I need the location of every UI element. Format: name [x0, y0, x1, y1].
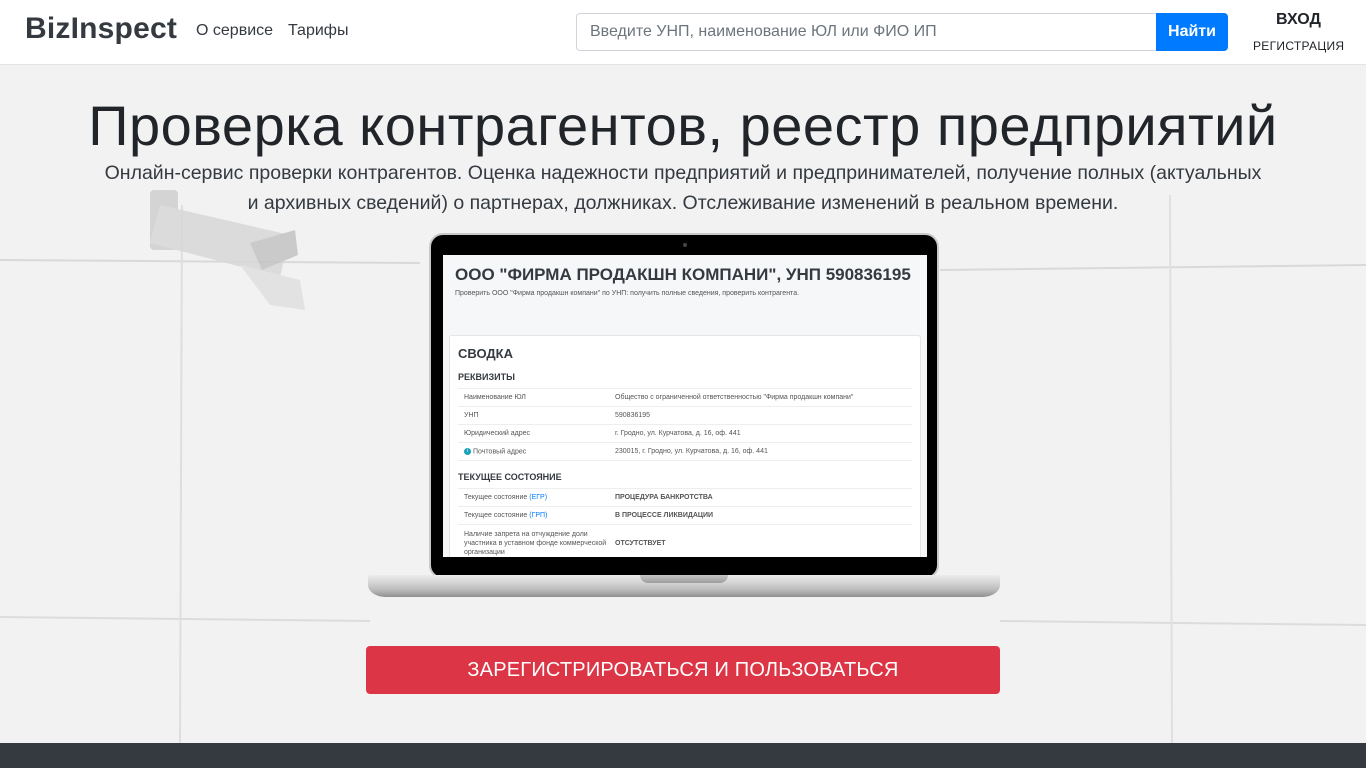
status-source-link[interactable]: (ЕГР)	[529, 494, 547, 501]
table-row: Текущее состояние (ГРП) В ПРОЦЕССЕ ЛИКВИ…	[458, 506, 912, 526]
requisite-value: 230015, г. Гродно, ул. Курчатова, д. 16,…	[613, 442, 912, 462]
laptop-screen: ООО "ФИРМА ПРОДАКШН КОМПАНИ", УНП 590836…	[443, 255, 927, 557]
status-key: Текущее состояние	[464, 494, 528, 502]
screen-requisites-heading: РЕКВИЗИТЫ	[458, 372, 515, 382]
status-key: Наличие запрета на отчуждение доли участ…	[458, 524, 613, 557]
requisite-value: г. Гродно, ул. Курчатова, д. 16, оф. 441	[613, 424, 912, 443]
screen-company-subtitle: Проверить ООО "Фирма продакшн компани" п…	[455, 290, 800, 297]
requisites-table: Наименование ЮЛ Общество с ограниченной …	[458, 388, 912, 462]
screen-summary-heading: СВОДКА	[458, 346, 513, 361]
requisite-key: Почтовый адрес	[473, 448, 527, 456]
requisite-value: Общество с ограниченной ответственностью…	[613, 388, 912, 407]
table-row: i Почтовый адрес 230015, г. Гродно, ул. К…	[458, 442, 912, 462]
status-key: Текущее состояние	[464, 512, 528, 520]
screen-header: ООО "ФИРМА ПРОДАКШН КОМПАНИ", УНП 590836…	[455, 263, 915, 297]
status-key-cell: Текущее состояние (ГРП)	[458, 506, 613, 526]
laptop-lid: ООО "ФИРМА ПРОДАКШН КОМПАНИ", УНП 590836…	[429, 233, 939, 579]
screen-summary-card: СВОДКА РЕКВИЗИТЫ Наименование ЮЛ Обществ…	[449, 335, 921, 557]
requisite-key: Юридический адрес	[458, 424, 613, 443]
navbar: BizInspect О сервисе Тарифы Найти ВХОД Р…	[0, 0, 1366, 65]
laptop-mockup: ООО "ФИРМА ПРОДАКШН КОМПАНИ", УНП 590836…	[368, 233, 1000, 601]
requisite-value: 590836195	[613, 406, 912, 425]
hero-title: Проверка контрагентов, реестр предприяти…	[88, 94, 1278, 157]
status-value: В ПРОЦЕССЕ ЛИКВИДАЦИИ	[613, 506, 912, 526]
login-link[interactable]: ВХОД	[1276, 11, 1321, 29]
search-button[interactable]: Найти	[1156, 13, 1228, 51]
table-row: Наличие запрета на отчуждение доли участ…	[458, 524, 912, 557]
hero-section: Проверка контрагентов, реестр предприяти…	[0, 65, 1366, 743]
footer-bar	[0, 743, 1366, 768]
laptop-camera-icon	[683, 243, 687, 247]
nav-link-tariffs[interactable]: Тарифы	[288, 22, 348, 40]
search-form: Найти	[576, 13, 1228, 51]
status-key-cell: Текущее состояние (ЕГР)	[458, 488, 613, 508]
screen-status-heading: ТЕКУЩЕЕ СОСТОЯНИЕ	[458, 472, 562, 483]
laptop-notch	[640, 575, 728, 583]
requisite-key: УНП	[458, 406, 613, 425]
register-link[interactable]: РЕГИСТРАЦИЯ	[1253, 39, 1344, 53]
status-table: Текущее состояние (ЕГР) ПРОЦЕДУРА БАНКРО…	[458, 488, 912, 557]
status-value: ПРОЦЕДУРА БАНКРОТСТВА	[613, 488, 912, 508]
search-input[interactable]	[576, 13, 1156, 51]
hero-lead: Онлайн-сервис проверки контрагентов. Оце…	[104, 162, 1262, 214]
table-row: УНП 590836195	[458, 406, 912, 425]
table-row: Текущее состояние (ЕГР) ПРОЦЕДУРА БАНКРО…	[458, 488, 912, 508]
screen-company-title: ООО "ФИРМА ПРОДАКШН КОМПАНИ", УНП 590836…	[455, 265, 911, 284]
status-value: ОТСУТСТВУЕТ	[613, 524, 912, 557]
requisite-key: Наименование ЮЛ	[458, 388, 613, 407]
nav-link-about[interactable]: О сервисе	[196, 22, 273, 40]
table-row: Наименование ЮЛ Общество с ограниченной …	[458, 388, 912, 407]
brand-logo[interactable]: BizInspect	[25, 12, 177, 46]
status-source-link[interactable]: (ГРП)	[529, 512, 547, 519]
requisite-key-cell: i Почтовый адрес	[458, 442, 613, 462]
table-row: Юридический адрес г. Гродно, ул. Курчато…	[458, 424, 912, 443]
register-cta-button[interactable]: ЗАРЕГИСТРИРОВАТЬСЯ И ПОЛЬЗОВАТЬСЯ	[366, 646, 1000, 694]
info-icon: i	[464, 448, 471, 455]
